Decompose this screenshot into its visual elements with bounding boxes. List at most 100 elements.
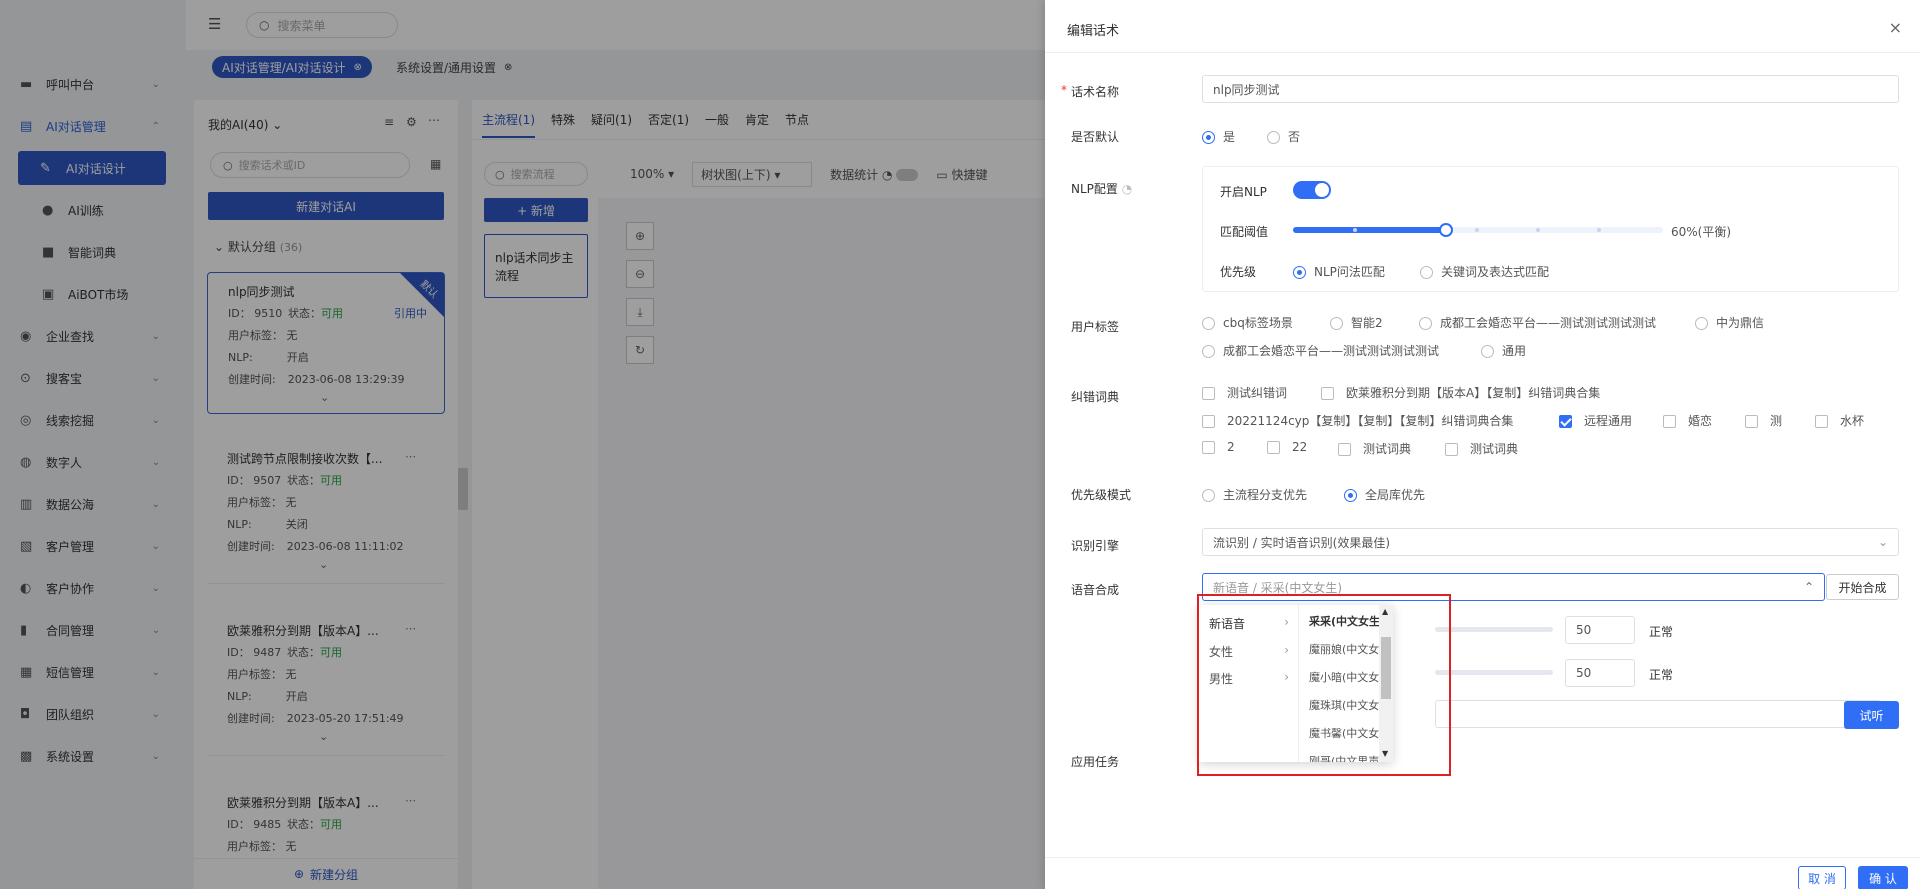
sidebar-item-call-center[interactable]: ▬ 呼叫中台 ⌄: [0, 67, 186, 101]
sidebar-item-settings[interactable]: ▩ 系统设置 ⌄: [0, 739, 186, 773]
sidebar-item-ai-dialog[interactable]: ▤ AI对话管理 ⌃: [0, 109, 186, 143]
sidebar-item-data-pool[interactable]: ▥ 数据公海 ⌄: [0, 487, 186, 521]
dict-checkbox[interactable]: 测: [1745, 412, 1782, 429]
group-header[interactable]: ⌄ 默认分组 (36): [214, 238, 302, 255]
engine-select[interactable]: 流识别 / 实时语音识别(效果最佳) ⌄: [1202, 528, 1899, 556]
user-tag-option[interactable]: 通用: [1481, 342, 1526, 359]
layout-select[interactable]: 树状图(上下) ▾: [692, 161, 813, 187]
zoom-out-icon[interactable]: ⊖: [626, 260, 654, 288]
cancel-button[interactable]: 取 消: [1798, 866, 1846, 889]
flow-tab-general[interactable]: 一般: [705, 111, 729, 128]
volume-slider[interactable]: [1435, 670, 1553, 675]
user-tag-option[interactable]: 智能2: [1330, 314, 1383, 331]
close-icon[interactable]: ×: [1889, 18, 1902, 37]
flow-tab-negative[interactable]: 否定(1): [648, 111, 689, 128]
zoom-in-icon[interactable]: ⊕: [626, 222, 654, 250]
threshold-slider[interactable]: [1293, 223, 1663, 237]
tab-settings[interactable]: 系统设置/通用设置 ⊗: [386, 56, 522, 78]
sidebar-item-customers[interactable]: ▧ 客户管理 ⌄: [0, 529, 186, 563]
user-tag-option[interactable]: cbq标签场景: [1202, 314, 1293, 331]
nlp-toggle[interactable]: [1293, 181, 1331, 199]
threshold-handle[interactable]: [1439, 223, 1453, 237]
new-group-button[interactable]: ⊕ 新建分组: [194, 858, 458, 889]
dict-checkbox[interactable]: 欧莱雅积分到期【版本A】【复制】纠错词典合集: [1321, 384, 1600, 401]
dict-checkbox[interactable]: 水杯: [1815, 412, 1864, 429]
dict-checkbox[interactable]: 婚恋: [1663, 412, 1712, 429]
flow-tab-main[interactable]: 主流程(1): [482, 111, 535, 138]
sidebar-item-soukebao[interactable]: ⊙ 搜客宝 ⌄: [0, 361, 186, 395]
more-icon[interactable]: ⋯: [405, 450, 416, 463]
ai-card-4[interactable]: 欧莱雅积分到期【版本A】... ⋯ ID： 9485 状态：可用 用户标签： 无: [207, 784, 445, 854]
speed-input[interactable]: 50: [1565, 616, 1635, 644]
stats-toggle[interactable]: 数据统计 ◔: [830, 166, 919, 183]
flow-tab-special[interactable]: 特殊: [551, 111, 575, 128]
flow-search-input[interactable]: ○ 搜索流程: [484, 162, 588, 186]
flow-node-item[interactable]: nlp话术同步主流程: [484, 234, 588, 298]
mode-main-radio[interactable]: 主流程分支优先: [1202, 486, 1307, 503]
new-ai-button[interactable]: 新建对话AI: [208, 192, 444, 220]
dict-checkbox[interactable]: 测试词典: [1338, 440, 1411, 457]
gear-icon[interactable]: ⚙: [406, 116, 417, 128]
user-tag-option[interactable]: 中为鼎信: [1695, 314, 1764, 331]
ai-card-2[interactable]: 测试跨节点限制接收次数【... ⋯ ID： 9507 状态：可用 用户标签： 无…: [207, 440, 445, 584]
menu-fold-icon[interactable]: ☰: [208, 17, 221, 32]
volume-input[interactable]: 50: [1565, 659, 1635, 687]
add-flow-button[interactable]: + 新增: [484, 198, 588, 222]
user-tag-option[interactable]: 成都工会婚恋平台——测试测试测试测试: [1202, 342, 1439, 359]
flow-tab-node[interactable]: 节点: [785, 111, 809, 128]
shortcut-button[interactable]: ▭ 快捷键: [936, 166, 987, 183]
chevron-down-icon[interactable]: ⌄: [319, 558, 328, 571]
flow-canvas[interactable]: [598, 150, 1046, 889]
mode-global-radio[interactable]: 全局库优先: [1344, 486, 1425, 503]
calendar-icon[interactable]: ▦: [430, 158, 441, 170]
listen-button[interactable]: 试听: [1844, 701, 1899, 729]
chevron-down-icon[interactable]: ⌄: [320, 391, 329, 404]
sort-icon[interactable]: ≡: [384, 116, 394, 128]
sidebar-item-team[interactable]: ◘ 团队组织 ⌄: [0, 697, 186, 731]
default-yes-radio[interactable]: 是: [1202, 128, 1235, 145]
sidebar-item-dictionary[interactable]: ■ 智能词典: [0, 235, 186, 269]
dict-checkbox[interactable]: 2: [1202, 440, 1235, 454]
sidebar-item-leads[interactable]: ◎ 线索挖掘 ⌄: [0, 403, 186, 437]
collapse-handle[interactable]: [458, 468, 468, 510]
chevron-down-icon[interactable]: ⌄: [319, 730, 328, 743]
sidebar-item-ai-design[interactable]: ✎ AI对话设计: [18, 151, 166, 185]
refresh-icon[interactable]: ↻: [626, 336, 654, 364]
sidebar-item-contracts[interactable]: ▮ 合同管理 ⌄: [0, 613, 186, 647]
sidebar-item-digital-human[interactable]: ◍ 数字人 ⌄: [0, 445, 186, 479]
ai-card-1[interactable]: 默认 nlp同步测试 ID： 9510 状态：可用 引用中 用户标签： 无 NL…: [207, 272, 445, 414]
dict-checkbox[interactable]: 测试纠错词: [1202, 384, 1287, 401]
name-input[interactable]: nlp同步测试: [1202, 75, 1899, 103]
more-icon[interactable]: ⋯: [405, 622, 416, 635]
close-icon[interactable]: ⊗: [354, 62, 362, 73]
sidebar-item-aibot-market[interactable]: ▣ AiBOT市场: [0, 277, 186, 311]
sidebar-item-collab[interactable]: ◐ 客户协作 ⌄: [0, 571, 186, 605]
dict-checkbox[interactable]: 22: [1267, 440, 1307, 454]
preview-text-input[interactable]: [1435, 700, 1881, 728]
priority-keyword-radio[interactable]: 关键词及表达式匹配: [1420, 263, 1549, 280]
default-no-radio[interactable]: 否: [1267, 128, 1300, 145]
sidebar-item-ai-training[interactable]: ● AI训练: [0, 193, 186, 227]
speed-slider[interactable]: [1435, 627, 1553, 632]
priority-nlp-radio[interactable]: NLP问法匹配: [1293, 263, 1385, 280]
ai-card-3[interactable]: 欧莱雅积分到期【版本A】... ⋯ ID： 9487 状态：可用 用户标签： 无…: [207, 612, 445, 756]
dict-checkbox[interactable]: 20221124cyp【复制】【复制】【复制】纠错词典合集: [1202, 412, 1513, 429]
sidebar-item-enterprise-search[interactable]: ◉ 企业查找 ⌄: [0, 319, 186, 353]
dict-checkbox[interactable]: 远程通用: [1559, 412, 1632, 429]
user-tag-option[interactable]: 成都工会婚恋平台——测试测试测试测试: [1419, 314, 1656, 331]
ai-search-input[interactable]: ○ 搜索话术或ID: [210, 152, 410, 178]
toggle-switch[interactable]: [896, 169, 919, 181]
close-icon[interactable]: ⊗: [504, 62, 512, 73]
menu-search[interactable]: ○ 搜索菜单: [246, 12, 398, 38]
download-icon[interactable]: ⤓: [626, 298, 654, 326]
more-icon[interactable]: ⋯: [405, 794, 416, 807]
ai-list-title[interactable]: 我的AI(40) ⌄: [208, 116, 282, 133]
tab-ai-design[interactable]: AI对话管理/AI对话设计 ⊗: [212, 56, 372, 78]
dict-checkbox[interactable]: 测试词典: [1445, 440, 1518, 457]
confirm-button[interactable]: 确 认: [1858, 866, 1908, 889]
flow-tab-question[interactable]: 疑问(1): [591, 111, 632, 128]
start-synth-button[interactable]: 开始合成: [1826, 574, 1899, 600]
sidebar-item-sms[interactable]: ▦ 短信管理 ⌄: [0, 655, 186, 689]
zoom-select[interactable]: 100% ▾: [630, 167, 674, 181]
flow-tab-positive[interactable]: 肯定: [745, 111, 769, 128]
